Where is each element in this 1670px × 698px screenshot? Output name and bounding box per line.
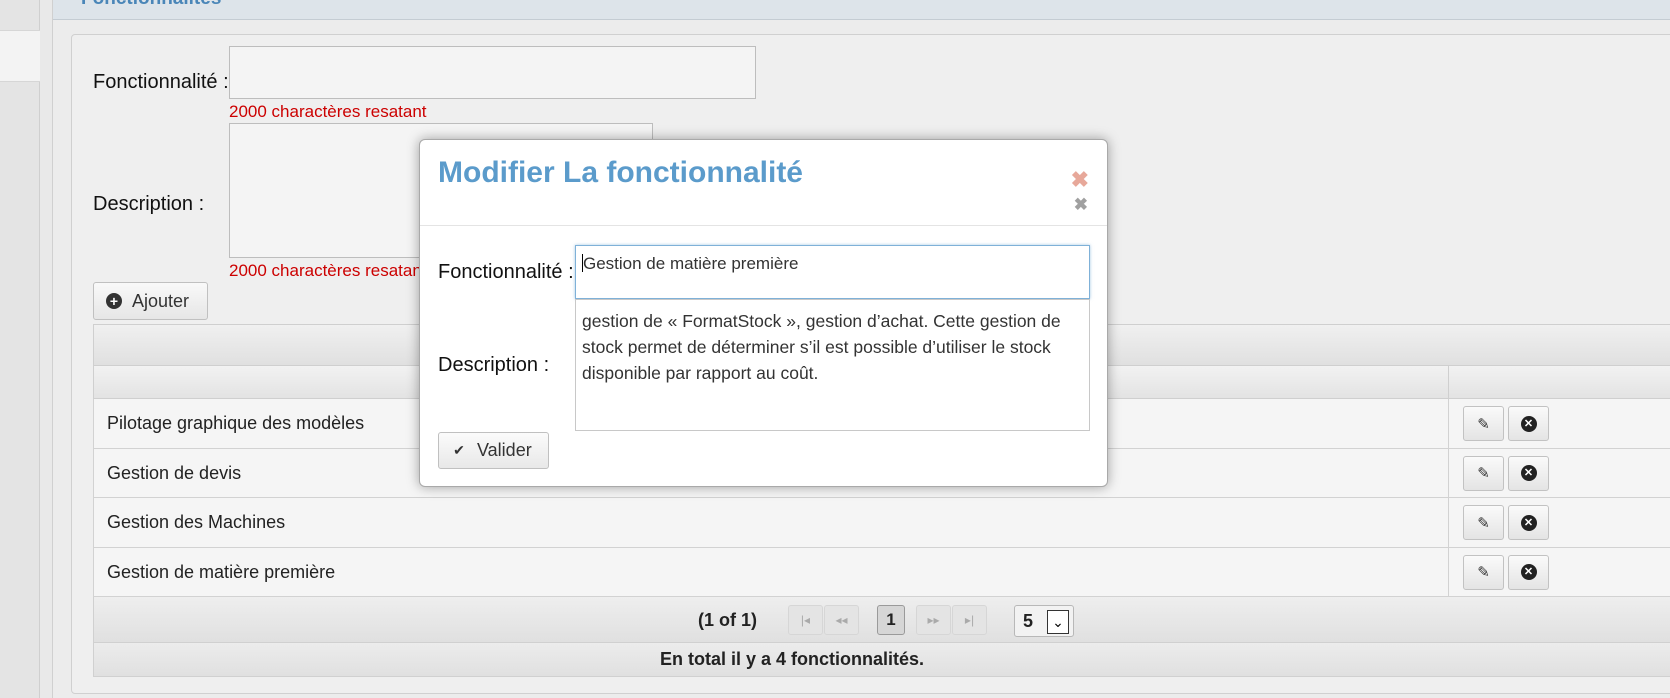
feature-name-cell: Gestion des Machines bbox=[107, 512, 286, 532]
panel-title: Fonctionnalités bbox=[81, 0, 221, 10]
dialog-description-value: gestion de « FormatStock », gestion d’ac… bbox=[582, 311, 1061, 383]
edit-button[interactable]: ✎ bbox=[1463, 505, 1504, 540]
pencil-icon: ✎ bbox=[1477, 415, 1490, 433]
page-1-button[interactable]: 1 bbox=[877, 605, 905, 635]
edit-feature-dialog: Modifier La fonctionnalité ✖ ✖ Fonctionn… bbox=[419, 139, 1108, 487]
dialog-feature-label: Fonctionnalité : bbox=[438, 261, 574, 283]
pencil-icon: ✎ bbox=[1477, 514, 1490, 532]
x-circle-icon: ✕ bbox=[1520, 465, 1537, 481]
x-circle-icon: ✕ bbox=[1520, 415, 1537, 432]
feature-name-cell: Gestion de matière première bbox=[107, 561, 336, 582]
page-info: (1 of 1) bbox=[698, 610, 758, 630]
close-icon[interactable]: ✖ bbox=[1071, 167, 1089, 193]
delete-button[interactable]: ✕ bbox=[1508, 554, 1549, 590]
add-button-label: Ajouter bbox=[132, 290, 190, 311]
table-row: Gestion des Machines ✎ ✕ bbox=[93, 498, 1670, 548]
pencil-icon: ✎ bbox=[1477, 564, 1490, 581]
description-label: Description : bbox=[93, 193, 205, 215]
x-circle-icon: ✕ bbox=[1520, 564, 1537, 580]
feature-remaining-count: 2000 charactères resatant bbox=[229, 102, 427, 121]
x-circle-icon: ✕ bbox=[1520, 514, 1537, 531]
first-page-icon: |◂ bbox=[800, 613, 811, 627]
rows-per-page-value: 5 bbox=[1023, 611, 1034, 631]
dialog-feature-input[interactable]: Gestion de matière première bbox=[575, 245, 1090, 299]
total-count-text: En total il y a 4 fonctionnalités. bbox=[659, 649, 925, 669]
prev-page-icon: ◂◂ bbox=[835, 613, 848, 627]
rows-per-page-select[interactable]: 5 ⌄ bbox=[1014, 605, 1074, 637]
feature-input[interactable] bbox=[229, 46, 756, 99]
next-page-icon: ▸▸ bbox=[927, 613, 940, 627]
dialog-description-label: Description : bbox=[438, 354, 550, 376]
edit-button[interactable]: ✎ bbox=[1463, 406, 1504, 441]
dialog-divider bbox=[420, 225, 1107, 226]
panel-header: Fonctionnalités bbox=[53, 0, 1670, 20]
edit-button[interactable]: ✎ bbox=[1463, 455, 1504, 491]
feature-name-cell: Pilotage graphique des modèles bbox=[107, 413, 365, 433]
table-footer: En total il y a 4 fonctionnalités. bbox=[93, 643, 1670, 677]
close-icon[interactable]: ✖ bbox=[1074, 195, 1088, 215]
delete-button[interactable]: ✕ bbox=[1508, 406, 1549, 441]
dialog-title: Modifier La fonctionnalité bbox=[438, 156, 803, 189]
paginator: (1 of 1) |◂ ◂◂ 1 ▸▸ ▸| 5 ⌄ bbox=[93, 597, 1670, 643]
feature-label: Fonctionnalité : bbox=[93, 71, 229, 93]
plus-circle-icon: + bbox=[106, 293, 122, 309]
submit-button-label: Valider bbox=[477, 440, 532, 460]
table-row: Gestion de matière première ✎ ✕ bbox=[93, 547, 1670, 597]
last-page-icon: ▸| bbox=[964, 613, 975, 627]
dialog-feature-value: Gestion de matière première bbox=[583, 254, 799, 273]
sidebar-gutter bbox=[40, 0, 52, 698]
delete-button[interactable]: ✕ bbox=[1508, 505, 1549, 540]
sidebar-item[interactable] bbox=[0, 30, 40, 82]
pencil-icon: ✎ bbox=[1477, 465, 1490, 482]
check-icon: ✔ bbox=[453, 442, 465, 458]
description-remaining-count: 2000 charactères resatant bbox=[229, 261, 427, 280]
chevron-down-icon[interactable]: ⌄ bbox=[1047, 610, 1069, 634]
last-page-button[interactable]: ▸| bbox=[952, 605, 987, 635]
feature-name-cell: Gestion de devis bbox=[107, 462, 242, 483]
next-page-button[interactable]: ▸▸ bbox=[916, 605, 951, 635]
first-page-button[interactable]: |◂ bbox=[788, 605, 823, 635]
delete-button[interactable]: ✕ bbox=[1508, 455, 1549, 491]
edit-button[interactable]: ✎ bbox=[1463, 554, 1504, 590]
prev-page-button[interactable]: ◂◂ bbox=[824, 605, 859, 635]
add-button[interactable]: + Ajouter bbox=[93, 282, 208, 320]
submit-button[interactable]: ✔ Valider bbox=[438, 432, 549, 469]
left-sidebar bbox=[0, 0, 40, 698]
dialog-description-textarea[interactable]: gestion de « FormatStock », gestion d’ac… bbox=[575, 299, 1090, 431]
